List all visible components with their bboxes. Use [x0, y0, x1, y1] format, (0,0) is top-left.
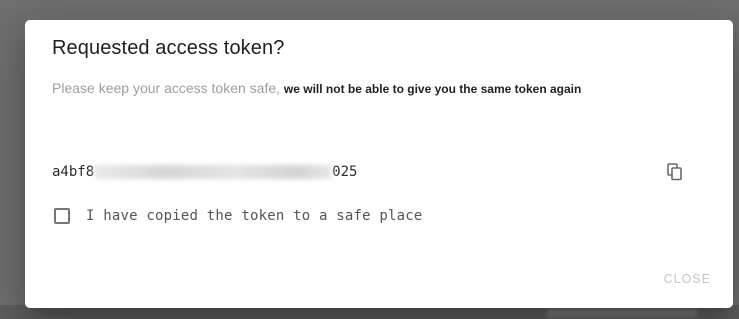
- checkbox-label: I have copied the token to a safe place: [86, 208, 423, 224]
- token-redacted: [94, 165, 333, 179]
- copied-confirmation-checkbox[interactable]: [54, 208, 70, 224]
- description-light-text: Please keep your access token safe,: [52, 80, 281, 96]
- copy-icon: [667, 163, 682, 181]
- dialog-title: Requested access token?: [52, 37, 285, 59]
- description-strong-text: we will not be able to give you the same…: [283, 82, 582, 96]
- dialog-description: Please keep your access token safe, we w…: [52, 76, 692, 101]
- token-row: a4bf8 025: [52, 161, 697, 183]
- close-button[interactable]: CLOSE: [662, 270, 713, 288]
- rows-per-page-control-obscured: [547, 309, 697, 317]
- token-suffix: 025: [332, 164, 358, 180]
- token-prefix: a4bf8: [52, 164, 95, 180]
- copied-confirmation-checkbox-row[interactable]: I have copied the token to a safe place: [54, 204, 423, 228]
- copy-token-button[interactable]: [662, 159, 688, 185]
- access-token-dialog: Requested access token? Please keep your…: [25, 20, 733, 308]
